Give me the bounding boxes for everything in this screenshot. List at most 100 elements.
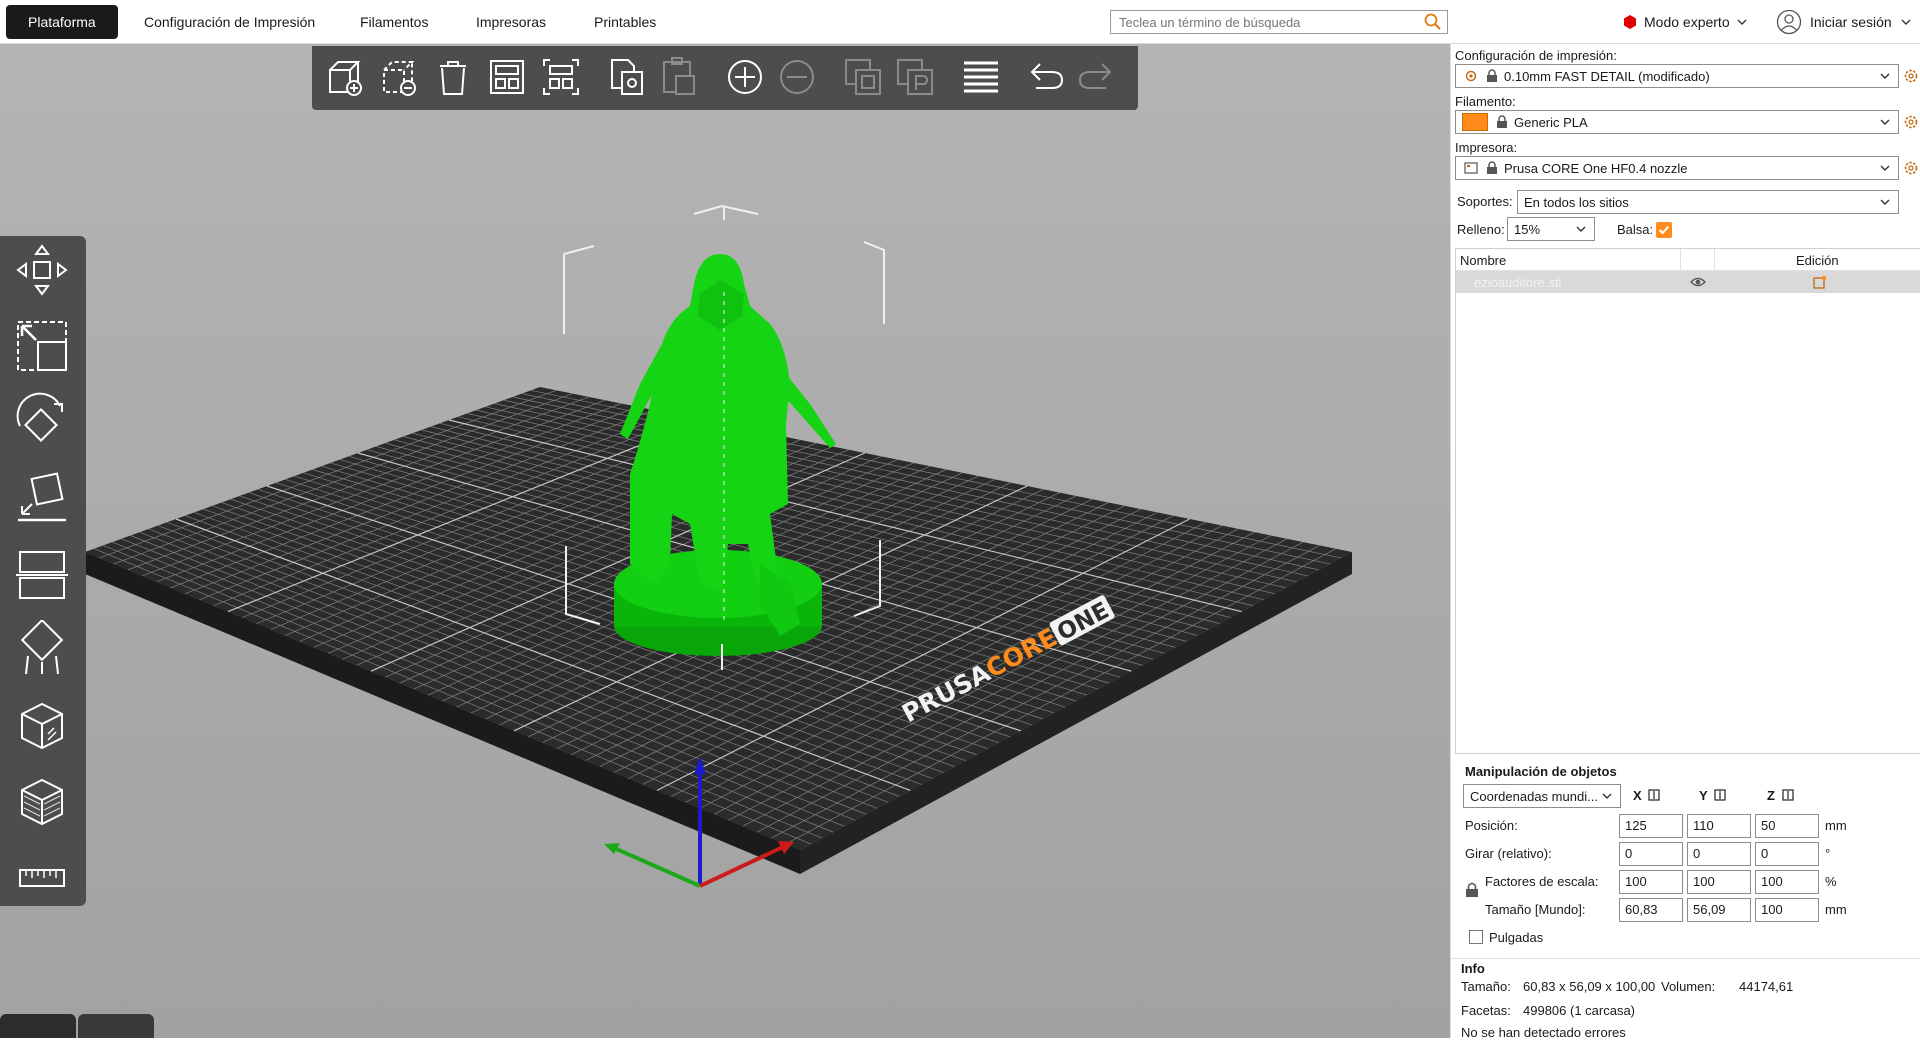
add-icon [329,61,362,96]
supports-combo[interactable]: En todos los sitios [1517,190,1899,214]
supports-tool[interactable] [12,618,72,680]
position-y-field[interactable]: 110 [1687,814,1751,838]
coordinates-value: Coordenadas mundi... [1470,788,1598,804]
filament-combo[interactable]: Generic PLA [1455,110,1899,134]
chevron-down-icon [1880,165,1890,171]
delete-all-button[interactable] [430,54,476,100]
delete-all-icon [440,61,466,95]
undo-button[interactable] [1022,54,1068,100]
paste-icon [663,57,695,95]
inches-checkbox[interactable] [1469,930,1483,944]
info-volume-label: Volumen: [1661,979,1716,994]
3d-view-tab[interactable] [0,1014,76,1038]
place-on-face-tool[interactable] [12,468,72,528]
scale-label: Factores de escala: [1485,874,1599,889]
user-icon [1776,9,1802,35]
table-row[interactable]: ezioauditore.stl [1456,271,1920,293]
rotation-x-field[interactable]: 0 [1619,842,1683,866]
chevron-down-icon [1901,19,1911,25]
printer-combo[interactable]: Prusa CORE One HF0.4 nozzle [1455,156,1899,180]
tab-printables[interactable]: Printables [572,5,678,39]
copy-button[interactable] [604,54,650,100]
add-button[interactable] [322,54,368,100]
add-instance-button[interactable] [722,54,768,100]
gear-icon[interactable] [1903,114,1919,130]
rotation-y-field[interactable]: 0 [1687,842,1751,866]
scale-z-field[interactable]: 100 [1755,870,1819,894]
remove-instance-button[interactable] [774,54,820,100]
3d-viewport[interactable]: PRUSA CORE ONE [0,44,1450,1038]
mode-selector[interactable]: Modo experto [1622,10,1748,34]
position-unit: mm [1825,818,1847,833]
tab-print-settings[interactable]: Configuración de Impresión [122,5,337,39]
drop-to-bed-icon[interactable] [1713,788,1727,802]
gear-icon[interactable] [1903,160,1919,176]
position-label: Posición: [1465,818,1518,833]
brim-checkbox[interactable] [1656,222,1672,238]
rotate-tool[interactable] [12,392,72,452]
scale-x-field[interactable]: 100 [1619,870,1683,894]
search-box [1110,10,1448,34]
gizmo-toolbar [0,236,86,906]
print-settings-label: Configuración de impresión: [1455,48,1617,63]
lock-icon [1487,161,1497,174]
chevron-down-icon [1880,73,1890,79]
size-y-field[interactable]: 56,09 [1687,898,1751,922]
split-parts-button[interactable] [892,54,938,100]
mode-label: Modo experto [1644,14,1730,30]
search-input[interactable] [1111,11,1411,33]
edit-settings-icon[interactable] [1813,275,1827,289]
layers-editing-button[interactable] [958,54,1004,100]
measure-icon [19,869,65,887]
object-manipulation: Manipulación de objetos Coordenadas mund… [1451,760,1920,960]
cut-icon [16,551,68,599]
top-bar: Plataforma Configuración de Impresión Fi… [0,0,1920,44]
arrange-selection-button[interactable] [538,54,584,100]
infill-combo[interactable]: 15% [1507,217,1595,241]
inches-label: Pulgadas [1489,930,1544,945]
position-z-field[interactable]: 50 [1755,814,1819,838]
coordinates-select[interactable]: Coordenadas mundi... [1463,784,1621,808]
print-settings-combo[interactable]: 0.10mm FAST DETAIL (modificado) [1455,64,1899,88]
info-facets-value: 499806 (1 carcasa) [1523,1003,1636,1018]
login-button[interactable]: Iniciar sesión [1776,8,1912,36]
preview-tab[interactable] [78,1014,154,1038]
tab-printers[interactable]: Impresoras [454,5,568,39]
axis-y-label: Y [1699,788,1708,803]
login-label: Iniciar sesión [1810,14,1892,30]
filament-value: Generic PLA [1514,114,1588,130]
move-tool[interactable] [12,240,72,300]
cut-tool[interactable] [12,544,72,604]
scale-unit: % [1825,874,1837,889]
gear-icon[interactable] [1903,68,1919,84]
scale-y-field[interactable]: 100 [1687,870,1751,894]
lock-icon [1487,69,1497,82]
split-objects-button[interactable] [840,54,886,100]
fuzzy-skin-tool[interactable] [12,772,72,832]
redo-icon [1078,63,1112,89]
lock-scale-icon[interactable] [1465,882,1479,898]
delete-button[interactable] [376,54,422,100]
eye-icon[interactable] [1690,276,1706,288]
drop-to-bed-icon[interactable] [1647,788,1661,802]
col-name-header: Nombre [1460,253,1507,268]
redo-button[interactable] [1074,54,1120,100]
arrange-button[interactable] [484,54,530,100]
size-x-field[interactable]: 60,83 [1619,898,1683,922]
expert-mode-icon [1624,15,1636,29]
manipulation-title: Manipulación de objetos [1465,764,1617,779]
object-name: ezioauditore.stl [1474,275,1562,290]
drop-to-bed-icon[interactable] [1781,788,1795,802]
search-icon[interactable] [1423,12,1443,32]
rotation-z-field[interactable]: 0 [1755,842,1819,866]
scale-tool[interactable] [12,316,72,376]
paste-button[interactable] [656,54,702,100]
size-z-field[interactable]: 100 [1755,898,1819,922]
fuzzy-skin-icon [21,778,63,826]
seam-tool[interactable] [12,696,72,756]
position-x-field[interactable]: 125 [1619,814,1683,838]
info-size-value: 60,83 x 56,09 x 100,00 [1523,979,1656,994]
tab-plataforma[interactable]: Plataforma [6,5,118,39]
measure-tool[interactable] [12,848,72,908]
tab-filaments[interactable]: Filamentos [338,5,450,39]
